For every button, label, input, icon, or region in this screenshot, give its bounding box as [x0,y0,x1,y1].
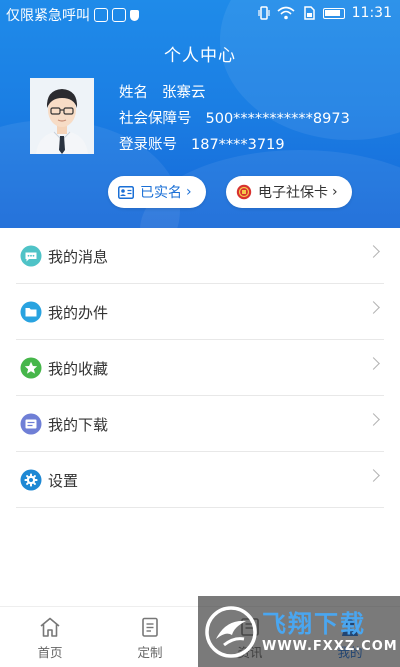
name-value: 张寨云 [162,85,206,101]
status-right: 11:31 [258,5,392,21]
profile-ssn-row: 社会保障号 500***********8973 [119,106,350,132]
screen: 仅限紧急呼叫 11:31 个人中心 姓名 张寨云 社会保障号 500******… [0,0,400,667]
chevron-right-icon [367,357,380,370]
chevron-right-icon [367,413,380,426]
menu-item-label: 我的办件 [48,303,109,322]
carrier-text: 仅限紧急呼叫 [6,8,90,24]
menu-item-messages[interactable]: 我的消息 [0,228,400,284]
battery-icon [322,7,345,19]
watermark: 飞翔下载 WWW.FXXZ.COM [198,596,400,667]
name-label: 姓名 [119,85,148,101]
folder-icon [20,301,42,323]
menu-item-favorites[interactable]: 我的收藏 [0,340,400,396]
chevron-right-icon: › [186,184,192,200]
wifi-icon [277,6,295,20]
tab-home[interactable]: 首页 [0,607,100,667]
card-label: 电子社保卡 [258,185,328,201]
social-security-card-button[interactable]: 电子社保卡 › [226,176,352,208]
watermark-text: 飞翔下载 WWW.FXXZ.COM [262,609,398,654]
chevron-right-icon: › [332,184,338,200]
profile-header: 仅限紧急呼叫 11:31 个人中心 姓名 张寨云 社会保障号 500******… [0,0,400,228]
tab-customize[interactable]: 定制 [100,607,200,667]
shield-icon [130,9,139,21]
watermark-logo-icon [205,605,257,658]
account-label: 登录账号 [119,137,177,153]
profile-info: 姓名 张寨云 社会保障号 500***********8973 登录账号 187… [119,80,350,158]
vibrate-icon [258,6,270,20]
download-icon [20,413,42,435]
home-icon [40,617,60,637]
avatar[interactable] [30,78,94,154]
page-title: 个人中心 [164,46,236,66]
chevron-right-icon [367,245,380,258]
message-icon [20,245,42,267]
status-bar: 仅限紧急呼叫 11:31 [0,0,400,28]
avatar-illustration [30,78,94,154]
clock-time: 11:31 [351,5,392,21]
sync-icon [94,8,108,22]
menu-item-label: 我的消息 [48,247,109,266]
menu-item-label: 设置 [48,471,79,490]
chevron-right-icon [367,301,380,314]
menu-item-settings[interactable]: 设置 [0,452,400,508]
account-value: 187****3719 [191,137,285,153]
chevron-right-icon [367,469,380,482]
watermark-domain: WWW.FXXZ.COM [262,639,398,654]
status-left: 仅限紧急呼叫 [6,5,139,25]
star-icon [20,357,42,379]
menu-item-downloads[interactable]: 我的下载 [0,396,400,452]
id-card-icon [118,185,134,199]
menu-item-label: 我的下载 [48,415,109,434]
watermark-title: 飞翔下载 [262,610,366,638]
menu-item-tasks[interactable]: 我的办件 [0,284,400,340]
image-icon [112,8,126,22]
profile-account-row: 登录账号 187****3719 [119,132,350,158]
gear-icon [20,469,42,491]
clipboard-icon [142,617,158,637]
profile-name-row: 姓名 张寨云 [119,80,350,106]
verified-button[interactable]: 已实名 › [108,176,206,208]
sim-icon [303,6,315,20]
verified-label: 已实名 [140,185,182,201]
tab-label: 首页 [37,645,63,660]
tab-label: 定制 [137,645,163,660]
menu-list: 我的消息 我的办件 我的收藏 我的下载 设置 [0,228,400,508]
ssn-label: 社会保障号 [119,111,192,127]
ssn-value: 500***********8973 [205,111,350,127]
emblem-icon [236,184,252,200]
menu-item-label: 我的收藏 [48,359,109,378]
